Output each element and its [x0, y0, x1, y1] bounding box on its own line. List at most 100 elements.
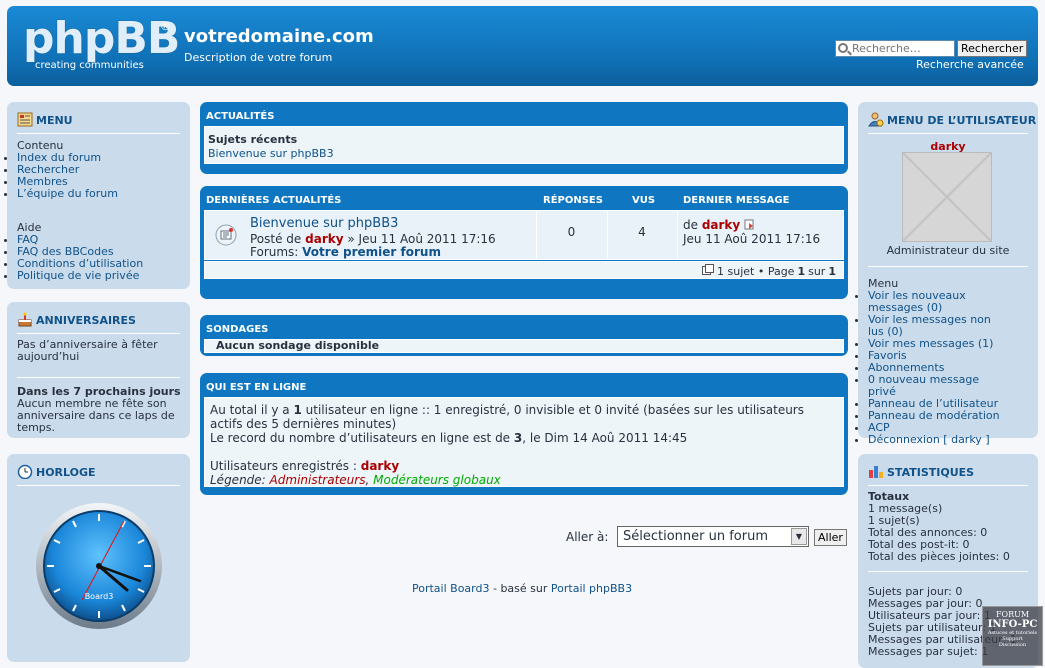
last-author-link[interactable]: darky: [702, 218, 740, 232]
user-menu-logout[interactable]: Déconnexion [ darky ]: [868, 433, 990, 446]
topic-date: » Jeu 11 Aoû 2011 17:16: [347, 232, 496, 246]
col-header-replies: RÉPONSES: [543, 195, 603, 206]
forum-info-pc-watermark: FORUM INFO-PC Astuces et tutoriels Suppo…: [982, 606, 1043, 666]
advanced-search-link[interactable]: Recherche avancée: [916, 58, 1024, 71]
col-header-last-post: DERNIER MESSAGE: [683, 195, 790, 206]
analog-clock: Board3: [36, 503, 162, 629]
col-header-views: VUS: [632, 195, 656, 206]
legend-mods-link[interactable]: Modérateurs globaux: [373, 473, 501, 487]
jump-go-button[interactable]: Aller: [814, 529, 847, 546]
topic-row: Bienvenue sur phpBB3 Posté de darky » Je…: [204, 210, 844, 260]
birthdays-today-text: Pas d’anniversaire à fêter aujourd’hui: [17, 338, 158, 363]
menu-content-list: Index du forum Rechercher Membres L’équi…: [17, 152, 118, 200]
user-menu-private-messages[interactable]: 0 nouveau message privé: [868, 373, 979, 398]
avatar[interactable]: [902, 152, 992, 242]
last-by-label: de: [683, 218, 698, 232]
user-menu-panel: MENU DE L’UTILISATEUR darky Administrate…: [858, 102, 1038, 446]
legend-admins-link[interactable]: Administrateurs: [270, 473, 366, 487]
polls-inner: Aucun sondage disponible: [204, 339, 844, 353]
online-record-text: Le record du nombre d’utilisateurs en li…: [210, 431, 688, 445]
user-menu-unread[interactable]: Voir les messages non lus (0): [868, 313, 991, 338]
page-sep: sur: [808, 264, 826, 278]
search-button[interactable]: Rechercher: [957, 40, 1028, 57]
footer-credit: Portail Board3 - basé sur Portail phpBB3: [412, 582, 633, 595]
divider: [17, 333, 180, 334]
birthdays-panel: ANNIVERSAIRES Pas d’anniversaire à fêter…: [7, 302, 190, 438]
last-post-date: Jeu 11 Aoû 2011 17:16: [683, 232, 821, 246]
menu-item-team[interactable]: L’équipe du forum: [17, 187, 118, 200]
online-total-text: Au total il y a 1 utilisateur en ligne :…: [210, 403, 804, 431]
menu-help-list: FAQ FAQ des BBCodes Conditions d’utilisa…: [17, 234, 143, 282]
search-icon: [838, 43, 848, 53]
menu-item-privacy[interactable]: Politique de vie privée: [17, 269, 139, 282]
pagination-bar: 1 sujet • Page 1 sur 1: [204, 261, 844, 279]
polls-title: SONDAGES: [206, 324, 269, 335]
divider: [868, 133, 1028, 134]
online-title: QUI EST EN LIGNE: [206, 382, 307, 393]
news-box: ACTUALITÉS Sujets récents Bienvenue sur …: [200, 102, 848, 174]
user-role: Administrateur du site: [886, 244, 1010, 257]
recent-topic-link[interactable]: Bienvenue sur phpBB3: [208, 148, 334, 160]
site-description: Description de votre forum: [184, 51, 333, 64]
user-icon: [868, 112, 884, 127]
forum-link[interactable]: Votre premier forum: [302, 245, 441, 259]
recent-topics-label: Sujets récents: [208, 133, 298, 146]
no-polls-text: Aucun sondage disponible: [216, 339, 380, 352]
online-box: QUI EST EN LIGNE Au total il y a 1 utili…: [200, 373, 848, 495]
online-user-link[interactable]: darky: [361, 459, 399, 473]
topic-author-link[interactable]: darky: [305, 232, 343, 246]
latest-news-box: DERNIÈRES ACTUALITÉS RÉPONSES VUS DERNIE…: [200, 186, 848, 299]
posted-by-label: Posté de: [250, 232, 302, 246]
views-count: 4: [638, 225, 646, 239]
menu-icon: [17, 112, 33, 127]
latest-title: DERNIÈRES ACTUALITÉS: [206, 195, 342, 206]
forum-select[interactable]: Sélectionner un forum ▼: [617, 526, 809, 547]
site-title[interactable]: votredomaine.com: [184, 26, 374, 47]
clock-title: HORLOGE: [36, 466, 96, 479]
replies-count: 0: [567, 225, 576, 239]
menu-panel: MENU Contenu Index du forum Rechercher M…: [7, 102, 190, 289]
user-menu-new-posts[interactable]: Voir les nouveaux messages (0): [868, 289, 966, 314]
topic-title-link[interactable]: Bienvenue sur phpBB3: [250, 216, 398, 231]
topic-read-icon: [215, 224, 237, 249]
registered-users: Utilisateurs enregistrés : darky: [210, 459, 400, 473]
statistics-header: STATISTIQUES: [868, 464, 974, 479]
clock-icon: [17, 464, 33, 480]
view-latest-post-icon[interactable]: [744, 219, 755, 233]
stat-attachments: Total des pièces jointes: 0: [868, 550, 1010, 563]
statistics-title: STATISTIQUES: [887, 466, 975, 479]
forum-select-value: Sélectionner un forum: [623, 529, 769, 544]
birthdays-next-text: Aucun membre ne fête son anniversaire da…: [17, 397, 175, 434]
clock-panel: HORLOGE Board3: [7, 454, 190, 662]
footer-phpbb3-link[interactable]: Portail phpBB3: [551, 582, 632, 595]
search-input[interactable]: [835, 40, 955, 57]
user-menu-list: Voir les nouveaux messages (0) Voir les …: [868, 290, 1008, 446]
forum-label: Forums:: [250, 245, 299, 259]
birthday-cake-icon: [17, 312, 33, 327]
chevron-down-icon[interactable]: ▼: [791, 528, 807, 545]
menu-header: MENU: [17, 112, 73, 127]
clock-brand: Board3: [85, 592, 114, 601]
stats-totals: 1 message(s) 1 sujet(s) Total des annonc…: [868, 503, 1010, 563]
page-current: 1: [797, 264, 806, 278]
topics-icon: [702, 264, 714, 278]
user-menu-title: MENU DE L’UTILISATEUR: [887, 114, 1037, 127]
chart-icon: [868, 464, 884, 479]
phpbb-logo[interactable]: phpBB ® creating communities: [23, 13, 180, 72]
birthdays-title: ANNIVERSAIRES: [36, 314, 136, 327]
page-total: 1: [828, 264, 836, 278]
divider: [17, 133, 180, 134]
divider: [17, 377, 180, 378]
news-inner: Sujets récents Bienvenue sur phpBB3: [204, 126, 844, 164]
divider: [17, 485, 180, 486]
online-inner: Au total il y a 1 utilisateur en ligne :…: [204, 397, 844, 487]
footer-board3-link[interactable]: Portail Board3: [412, 582, 489, 595]
polls-box: SONDAGES Aucun sondage disponible: [200, 315, 848, 356]
column-divider: [677, 211, 678, 259]
pagination-text: 1 sujet • Page: [717, 264, 795, 278]
registered-mark-icon: ®: [160, 20, 171, 33]
jump-label: Aller à:: [566, 530, 609, 544]
logo-text: phpBB: [23, 13, 180, 64]
menu-title: MENU: [36, 114, 73, 127]
news-title: ACTUALITÉS: [206, 111, 275, 122]
